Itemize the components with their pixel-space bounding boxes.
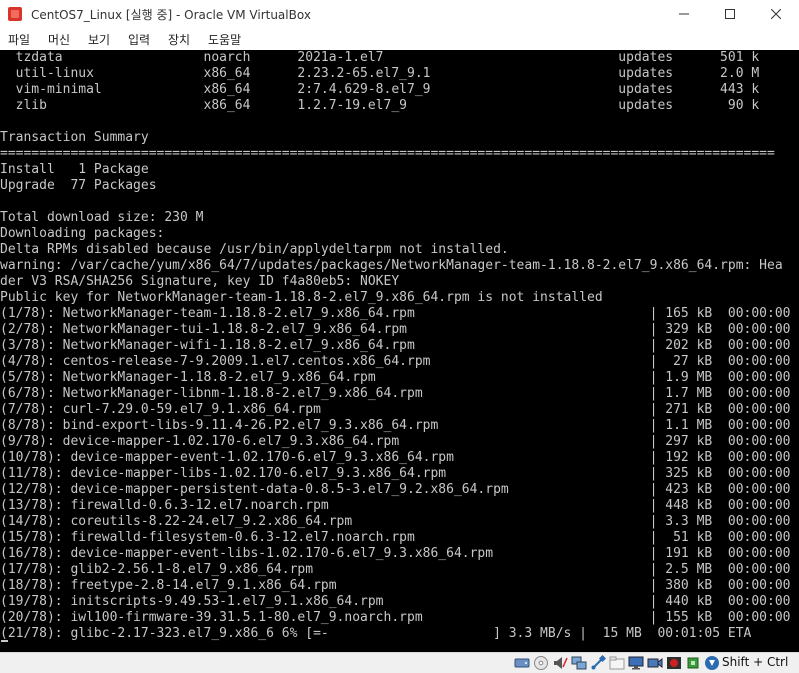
close-icon [771,9,781,19]
network-icon[interactable] [571,655,587,671]
console-line: zlib x86_64 1.2.7-19.el7_9 updates 90 k [0,98,760,113]
vm-console[interactable]: tzdata noarch 2021a-1.el7 updates 501 k … [0,50,799,652]
console-line: Upgrade 77 Packages [0,178,157,193]
console-line: (6/78): NetworkManager-libnm-1.18.8-2.el… [0,386,791,401]
console-line: (11/78): device-mapper-libs-1.02.170-6.e… [0,466,791,481]
recording-icon[interactable] [666,655,682,671]
console-line: (17/78): glib2-2.56.1-8.el7_9.x86_64.rpm… [0,562,791,577]
virtualbox-app-icon [8,7,22,21]
shared-folders-icon[interactable] [609,655,625,671]
console-line: (15/78): firewalld-filesystem-0.6.3-12.e… [0,530,791,545]
text-cursor [1,640,8,642]
menu-help[interactable]: 도움말 [208,31,241,48]
minimize-icon [679,13,689,15]
console-line: (3/78): NetworkManager-wifi-1.18.8-2.el7… [0,338,791,353]
console-line: Install 1 Package [0,162,149,177]
window-title: CentOS7_Linux [실행 중] - Oracle VM Virtual… [31,8,311,22]
maximize-button[interactable] [707,0,753,28]
console-line: (9/78): device-mapper-1.02.170-6.el7_9.3… [0,434,791,449]
console-line: Transaction Summary [0,130,149,145]
console-line: (8/78): bind-export-libs-9.11.4-26.P2.el… [0,418,791,433]
console-line: warning: /var/cache/yum/x86_64/7/updates… [0,258,783,273]
console-line: vim-minimal x86_64 2:7.4.629-8.el7_9 upd… [0,82,760,97]
mouse-integration-icon[interactable] [704,655,720,671]
console-line: (4/78): centos-release-7-9.2009.1.el7.ce… [0,354,791,369]
title-bar[interactable]: CentOS7_Linux [실행 중] - Oracle VM Virtual… [0,0,799,28]
optical-disk-icon[interactable] [533,655,549,671]
console-line: der V3 RSA/SHA256 Signature, key ID f4a8… [0,274,400,289]
cpu-icon[interactable] [685,655,701,671]
minimize-button[interactable] [661,0,707,28]
host-key-label[interactable]: Shift + Ctrl [722,655,788,669]
console-line: ========================================… [0,146,775,161]
console-line: Total download size: 230 M [0,210,204,225]
console-line: (1/78): NetworkManager-team-1.18.8-2.el7… [0,306,791,321]
console-line: (16/78): device-mapper-event-libs-1.02.1… [0,546,791,561]
console-line: (7/78): curl-7.29.0-59.el7_9.1.x86_64.rp… [0,402,791,417]
status-bar: Shift + Ctrl [0,652,799,673]
console-line: (12/78): device-mapper-persistent-data-0… [0,482,791,497]
console-line: (19/78): initscripts-9.49.53-1.el7_9.1.x… [0,594,791,609]
video-capture-icon[interactable] [647,655,663,671]
console-line: (13/78): firewalld-0.6.3-12.el7.noarch.r… [0,498,791,513]
console-line: (5/78): NetworkManager-1.18.8-2.el7_9.x8… [0,370,791,385]
console-line: (18/78): freetype-2.8-14.el7_9.1.x86_64.… [0,578,791,593]
console-line: tzdata noarch 2021a-1.el7 updates 501 k [0,50,760,65]
menu-input[interactable]: 입력 [128,31,150,48]
console-line: (10/78): device-mapper-event-1.02.170-6.… [0,450,791,465]
audio-icon[interactable] [552,655,568,671]
console-line: (20/78): iwl100-firmware-39.31.5.1-80.el… [0,610,791,625]
menu-file[interactable]: 파일 [8,31,30,48]
menu-view[interactable]: 보기 [88,31,110,48]
console-line: (21/78): glibc-2.17-323.el7_9.x86_6 6% [… [0,626,752,641]
close-button[interactable] [753,0,799,28]
console-line: (2/78): NetworkManager-tui-1.18.8-2.el7_… [0,322,791,337]
console-line: Public key for NetworkManager-team-1.18.… [0,290,603,305]
maximize-icon [725,9,735,19]
display-icon[interactable] [628,655,644,671]
menu-bar: 파일 머신 보기 입력 장치 도움말 [0,28,799,50]
usb-icon[interactable] [590,655,606,671]
console-line: Downloading packages: [0,226,165,241]
menu-devices[interactable]: 장치 [168,31,190,48]
hard-disk-icon[interactable] [514,655,530,671]
menu-machine[interactable]: 머신 [48,31,70,48]
console-line: (14/78): coreutils-8.22-24.el7_9.2.x86_6… [0,514,791,529]
console-line: Delta RPMs disabled because /usr/bin/app… [0,242,509,257]
console-line: util-linux x86_64 2.23.2-65.el7_9.1 upda… [0,66,760,81]
